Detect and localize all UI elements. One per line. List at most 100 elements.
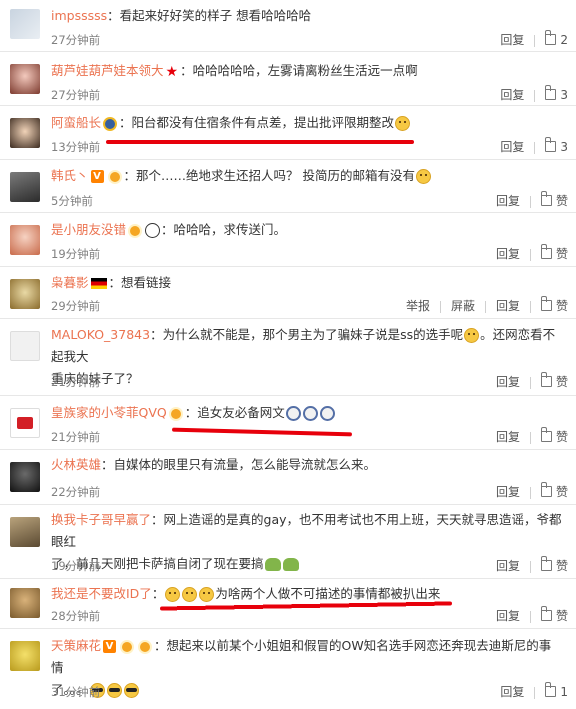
divider [529,300,531,313]
like-button[interactable]: 赞 [540,606,568,623]
user-avatar[interactable] [10,9,40,39]
comment-content: 葫芦娃葫芦娃本领大 ★ ：哈哈哈哈哈，左雾请离粉丝生活远一点啊 [51,60,562,83]
comment-text: 阳台都没有住宿条件有点差，提出批评限期整改 [131,115,395,130]
user-avatar[interactable] [10,172,40,202]
like-button[interactable]: 1 [545,682,568,699]
comment-content: MALOKO_37843：为什么就不能是，那个男主为了骗妹子说是ss的选手呢 。还… [51,324,562,390]
username-link[interactable]: 阿蛮船长 [51,115,101,130]
username-link[interactable]: MALOKO_37843 [51,327,150,342]
comment-item: 阿蛮船长 ：阳台都没有住宿条件有点差，提出批评限期整改 13分钟前 回复 3 [0,106,576,160]
like-count: 赞 [555,247,568,261]
team-logo-icon [17,417,33,429]
user-avatar[interactable] [10,331,40,361]
like-count: 赞 [555,299,568,313]
like-button[interactable]: 赞 [540,482,568,499]
user-avatar[interactable] [10,588,40,618]
separator: ： [101,457,114,472]
comment-time: 28分钟前 [51,609,101,623]
reply-button[interactable]: 回复 [496,485,520,499]
like-count: 赞 [555,430,568,444]
username-link[interactable]: 换我卡子哥早赢了 [51,512,151,527]
separator: ： [151,586,165,601]
username-link[interactable]: 葫芦娃葫芦娃本领大 [51,63,164,78]
user-avatar[interactable] [10,225,40,255]
like-button[interactable]: 赞 [540,296,568,313]
divider [529,248,531,261]
like-button[interactable]: 赞 [540,427,568,444]
username-link[interactable]: 韩氏丶 [51,168,89,183]
like-count: 3 [560,88,568,102]
user-avatar[interactable] [10,641,40,671]
username-link[interactable]: 天策麻花 [51,638,101,653]
divider [439,300,441,313]
user-avatar[interactable] [10,279,40,309]
comment-actions: 回复 赞 [496,191,568,209]
divider [484,300,486,313]
like-button[interactable]: 3 [545,137,568,154]
comment-actions: 回复 1 [500,682,568,700]
comment-actions: 回复 赞 [496,606,568,624]
reply-button[interactable]: 回复 [500,33,524,47]
comment-actions: 回复 赞 [496,556,568,574]
username-link[interactable]: 我还是不要改ID了 [51,586,152,601]
reply-button[interactable]: 回复 [496,609,520,623]
block-button[interactable]: 屏蔽 [451,299,475,313]
reply-button[interactable]: 回复 [500,88,524,102]
separator: ： [150,327,163,342]
shy-emoji-icon [416,169,432,184]
reply-button[interactable]: 回复 [496,299,520,313]
comment-time: 29分钟前 [51,299,101,313]
reply-button[interactable]: 回复 [496,559,520,573]
comment-time: 5分钟前 [51,194,93,208]
divider [529,376,531,389]
reply-button[interactable]: 回复 [500,140,524,154]
comment-text: 为啥两个人做不可描述的事情都被扒出来 [215,586,441,601]
user-avatar[interactable] [10,517,40,547]
comment-actions: 回复 赞 [496,244,568,262]
star-badge-icon: ★ [165,63,179,80]
clown-emoji-icon [285,406,301,421]
comment-text: 自媒体的眼里只有流量，怎么能导流就怎么来。 [113,457,377,472]
like-button[interactable]: 2 [545,30,568,47]
comment-content: 我还是不要改ID了： 为啥两个人做不可描述的事情都被扒出来 [51,583,562,605]
username-link[interactable]: 皇族家的小苓菲QVQ [51,405,167,420]
separator: ： [161,222,174,237]
reply-button[interactable]: 回复 [496,247,520,261]
report-button[interactable]: 举报 [406,299,430,313]
username-link[interactable]: 是小朋友没错 [51,222,126,237]
divider [534,686,536,699]
like-button[interactable]: 赞 [540,244,568,261]
comment-actions: 回复 2 [500,30,568,48]
username-link[interactable]: 枭暮影 [51,275,89,290]
divider [529,431,531,444]
comment-text: 追女友必备网文 [197,405,285,420]
comment-content: 韩氏丶 V ：那个……绝地求生还招人吗？ 投简历的邮箱有没有 [51,165,562,187]
username-link[interactable]: impsssss [51,8,107,23]
reply-button[interactable]: 回复 [496,194,520,208]
comment-content: 换我卡子哥早赢了：网上造谣的是真的gay，也不用考试也不用上班，天天就寻思造谣，… [51,509,562,575]
comment-text: 哈哈哈哈哈，左雾请离粉丝生活远一点啊 [192,63,418,78]
user-avatar[interactable] [10,118,40,148]
separator: ： [184,405,198,420]
reply-button[interactable]: 回复 [496,430,520,444]
comment-actions: 举报 屏蔽 回复 赞 [406,296,568,314]
like-count: 赞 [555,559,568,573]
separator: ： [180,63,193,78]
thumbs-up-icon [540,372,552,387]
verified-v-icon: V [103,640,117,653]
like-button[interactable]: 赞 [540,191,568,208]
reply-button[interactable]: 回复 [496,375,520,389]
snake-emoji-icon [282,558,299,571]
like-button[interactable]: 赞 [540,556,568,573]
reply-button[interactable]: 回复 [500,685,524,699]
user-avatar[interactable] [10,462,40,492]
like-button[interactable]: 3 [545,85,568,102]
separator: ： [119,115,132,130]
comment-time: 31分钟前 [51,685,101,699]
annotation-underline [106,140,414,144]
user-avatar[interactable] [10,408,40,438]
sunglasses-emoji-icon [106,683,122,698]
like-button[interactable]: 赞 [540,372,568,389]
user-avatar[interactable] [10,64,40,94]
username-link[interactable]: 火林英雄 [51,457,101,472]
